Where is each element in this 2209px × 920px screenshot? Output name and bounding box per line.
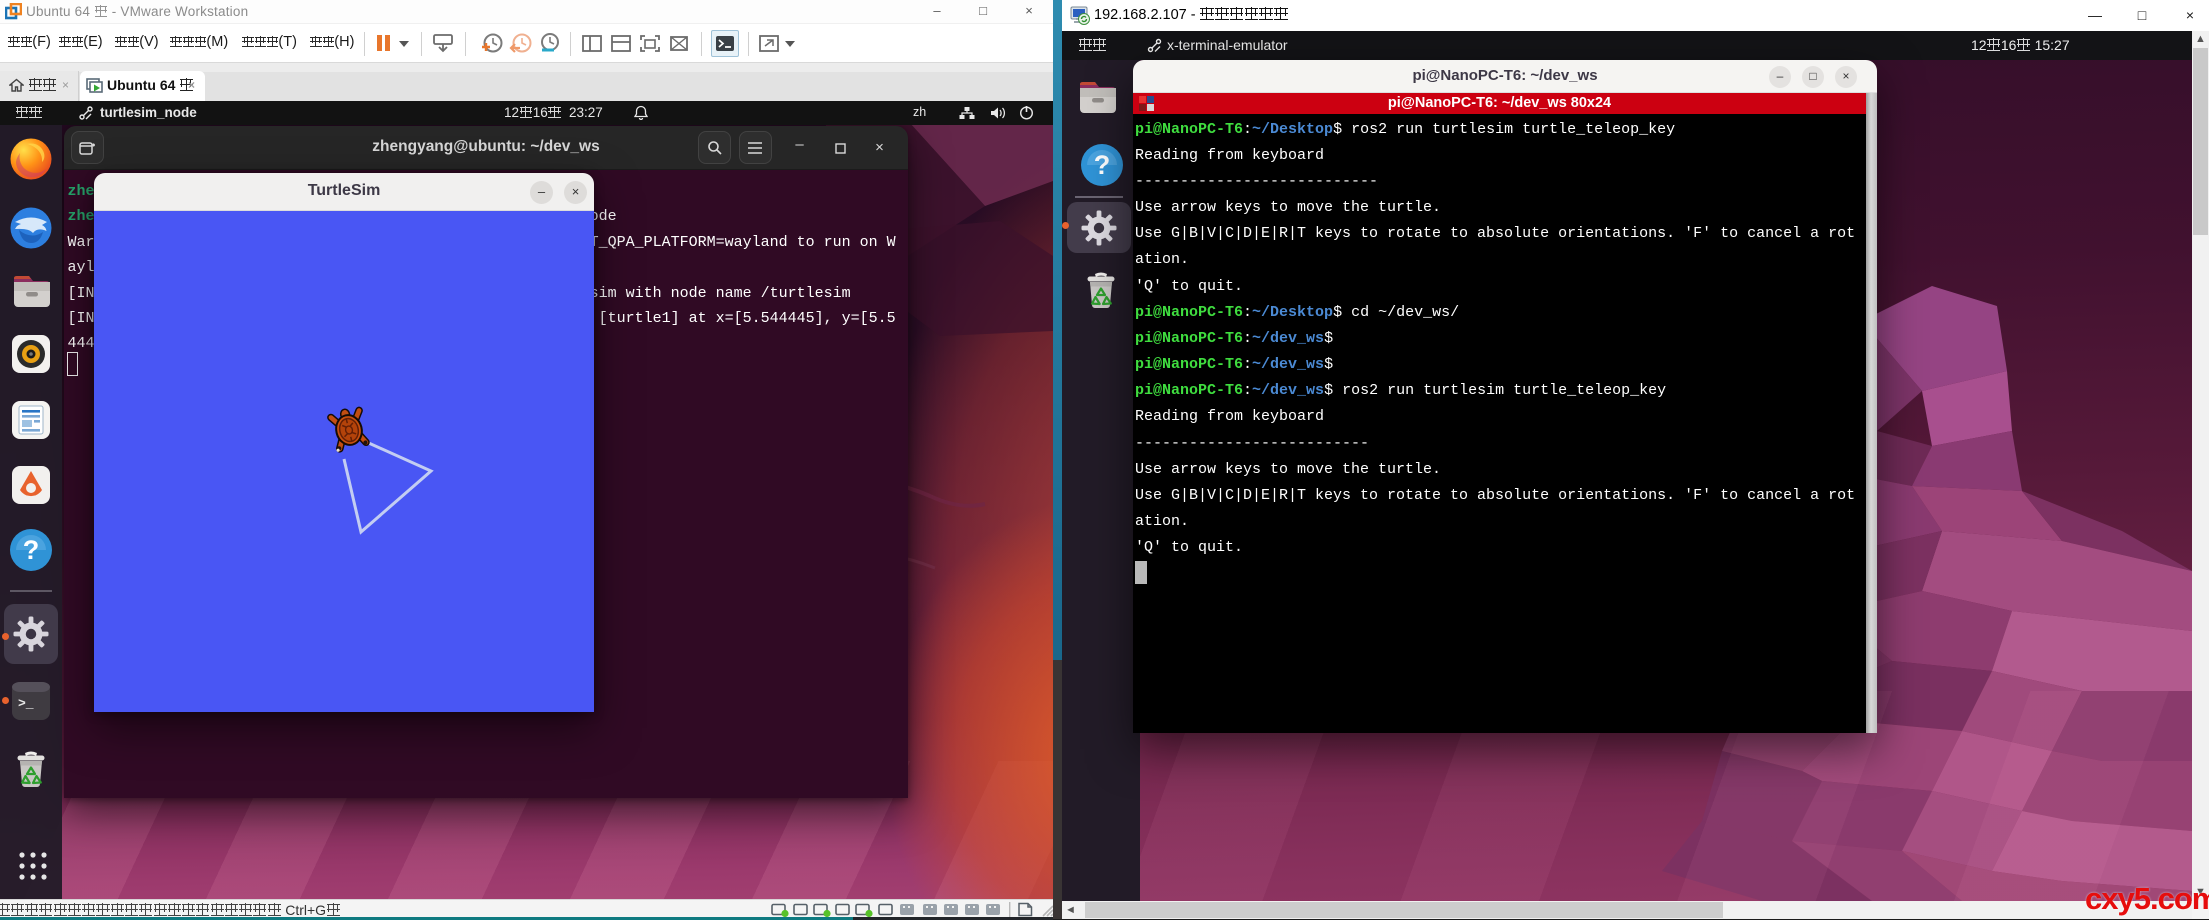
svg-text:?: ? xyxy=(23,535,40,565)
svg-text:>_: >_ xyxy=(18,696,34,711)
svg-text:?: ? xyxy=(1094,150,1111,180)
